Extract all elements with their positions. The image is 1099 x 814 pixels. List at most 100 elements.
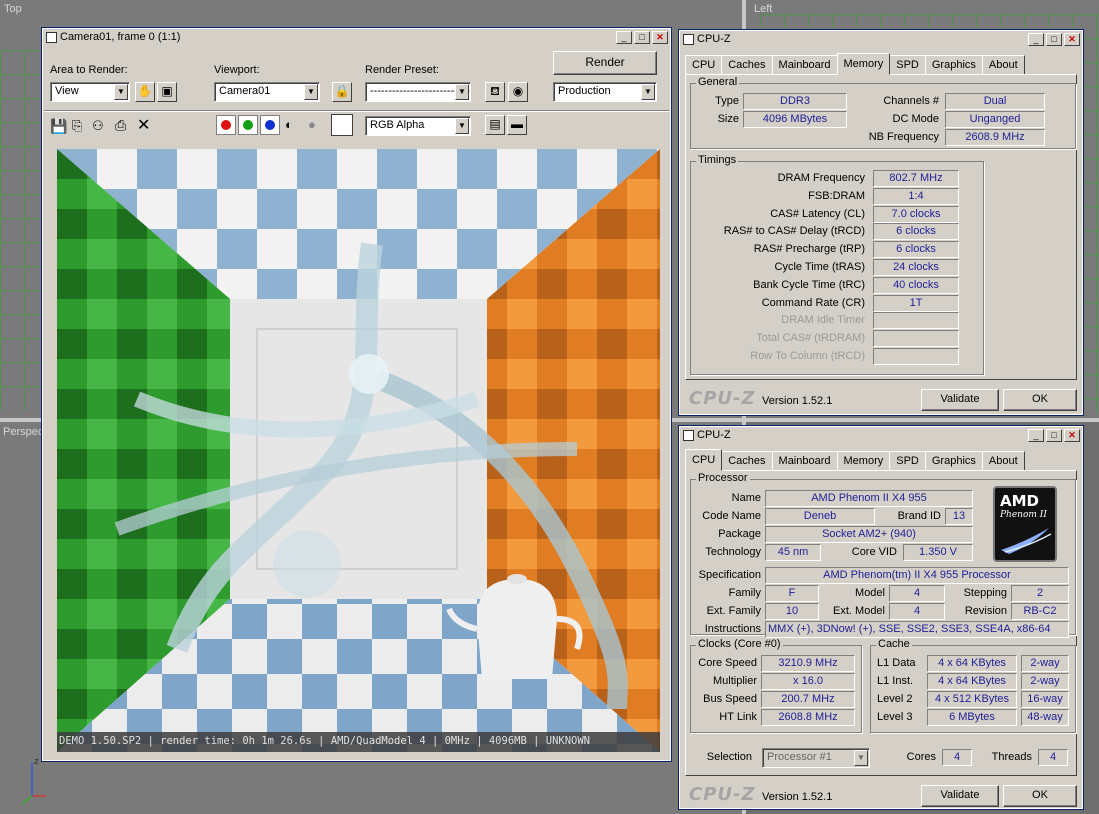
selection-dropdown[interactable]: Processor #1 ▼ xyxy=(762,748,870,768)
extfamily-value: 10 xyxy=(765,603,819,620)
blue-channel-icon xyxy=(265,120,275,130)
print-icon[interactable]: ⎙ xyxy=(115,117,126,134)
render-preset-dropdown[interactable]: ---------------------------- ▼ xyxy=(365,82,471,102)
brandid-value: 13 xyxy=(945,508,973,525)
nbfreq-value: 2608.9 MHz xyxy=(945,129,1045,146)
tab-cpu[interactable]: CPU xyxy=(685,449,723,471)
cache-size-value: 4 x 64 KBytes xyxy=(927,673,1017,690)
clear-icon[interactable]: ✕ xyxy=(137,115,150,135)
tab-memory[interactable]: Memory xyxy=(836,53,891,75)
phenom-swoosh-icon xyxy=(1001,528,1052,554)
lock-icon[interactable]: 🔒 xyxy=(332,82,352,102)
tab-spd[interactable]: SPD xyxy=(889,55,926,75)
cpuz-cpu-window: CPU-Z _ □ ✕ CPU Caches Mainboard Memory … xyxy=(678,425,1084,810)
render-window-title: Camera01, frame 0 (1:1) xyxy=(60,31,181,43)
tab-graphics[interactable]: Graphics xyxy=(924,55,983,75)
close-button[interactable]: ✕ xyxy=(1064,33,1080,46)
save-icon[interactable]: 💾 xyxy=(50,118,67,135)
color-swatch[interactable] xyxy=(331,114,353,136)
tab-graphics[interactable]: Graphics xyxy=(924,451,983,471)
alpha-channel-icon[interactable]: ◐ xyxy=(285,117,293,132)
render-preset-label: Render Preset: xyxy=(365,64,439,76)
timing-value: 6 clocks xyxy=(873,241,959,259)
timing-label: FSB:DRAM xyxy=(808,189,865,202)
minimize-button[interactable]: _ xyxy=(616,31,632,44)
area-to-render-dropdown[interactable]: View ▼ xyxy=(50,82,130,102)
maximize-button[interactable]: □ xyxy=(1046,33,1062,46)
viewport-label-perspective[interactable]: Perspec xyxy=(3,426,43,438)
render-image: DEMO 1.50.SP2 | render time: 0h 1m 26.6s… xyxy=(57,149,660,752)
ok-button[interactable]: OK xyxy=(1003,785,1077,807)
busspeed-value: 200.7 MHz xyxy=(761,691,855,708)
copy-icon[interactable]: ⎘ xyxy=(72,118,82,134)
htlink-value: 2608.8 MHz xyxy=(761,709,855,726)
extmodel-value: 4 xyxy=(889,603,945,620)
cpuz-version: Version 1.52.1 xyxy=(762,395,833,407)
minimize-button[interactable]: _ xyxy=(1028,429,1044,442)
edit-region-button[interactable]: ✋ xyxy=(135,82,155,102)
tab-caches[interactable]: Caches xyxy=(721,55,773,75)
tab-spd[interactable]: SPD xyxy=(889,451,926,471)
close-button[interactable]: ✕ xyxy=(1064,429,1080,442)
validate-button[interactable]: Validate xyxy=(921,389,999,411)
size-label: Size xyxy=(717,113,739,125)
tab-about[interactable]: About xyxy=(981,55,1025,75)
name-value: AMD Phenom II X4 955 xyxy=(765,490,973,507)
tab-mainboard[interactable]: Mainboard xyxy=(771,451,838,471)
viewport-dropdown[interactable]: Camera01 ▼ xyxy=(214,82,320,102)
multiplier-label: Multiplier xyxy=(712,675,757,687)
cpuz-cpu-titlebar[interactable]: CPU-Z _ □ ✕ xyxy=(679,426,1083,446)
tab-about[interactable]: About xyxy=(981,451,1025,471)
timing-label: RAS# Precharge (tRP) xyxy=(753,243,865,256)
render-setup-icon[interactable]: ⛾ xyxy=(485,82,505,102)
timings-group-title: Timings xyxy=(696,154,739,166)
mono-channel-icon[interactable]: ● xyxy=(308,117,316,132)
render-button[interactable]: Render xyxy=(553,51,657,75)
cpuz-version: Version 1.52.1 xyxy=(762,791,833,803)
channels-value: Dual xyxy=(945,93,1045,110)
tab-mainboard[interactable]: Mainboard xyxy=(771,55,838,75)
maximize-button[interactable]: □ xyxy=(634,31,650,44)
red-channel-toggle[interactable] xyxy=(216,115,236,135)
tab-caches[interactable]: Caches xyxy=(721,451,773,471)
blue-channel-toggle[interactable] xyxy=(260,115,280,135)
green-channel-toggle[interactable] xyxy=(238,115,258,135)
channel-display-dropdown[interactable]: RGB Alpha ▼ xyxy=(365,116,471,136)
extfamily-label: Ext. Family xyxy=(706,605,761,617)
cpuz-logo: CPU-Z xyxy=(689,784,756,805)
toggle-ui-icon[interactable]: ▬ xyxy=(507,115,527,135)
cache-size-value: 6 MBytes xyxy=(927,709,1017,726)
threads-value: 4 xyxy=(1038,749,1068,766)
threads-label: Threads xyxy=(991,751,1032,763)
chevron-down-icon: ▼ xyxy=(455,118,469,134)
app-icon xyxy=(46,32,57,43)
tab-cpu[interactable]: CPU xyxy=(685,55,723,75)
extmodel-label: Ext. Model xyxy=(833,605,885,617)
tab-memory[interactable]: Memory xyxy=(836,451,891,471)
timing-label: Row To Column (tRCD) xyxy=(750,350,865,362)
viewport-value: Camera01 xyxy=(219,85,271,97)
close-button[interactable]: ✕ xyxy=(652,31,668,44)
ok-button[interactable]: OK xyxy=(1003,389,1077,411)
render-window-titlebar[interactable]: Camera01, frame 0 (1:1) _ □ ✕ xyxy=(42,28,671,48)
clone-icon[interactable]: ⚇ xyxy=(92,118,104,134)
busspeed-label: Bus Speed xyxy=(703,693,757,705)
environment-icon[interactable]: ◉ xyxy=(508,82,528,102)
maximize-button[interactable]: □ xyxy=(1046,429,1062,442)
validate-button[interactable]: Validate xyxy=(921,785,999,807)
production-dropdown[interactable]: Production ▼ xyxy=(553,82,657,102)
stepping-value: 2 xyxy=(1011,585,1069,602)
minimize-button[interactable]: _ xyxy=(1028,33,1044,46)
codename-value: Deneb xyxy=(765,508,875,525)
cache-way-value: 2-way xyxy=(1021,655,1069,672)
toggle-ui-overlay-icon[interactable]: ▤ xyxy=(485,115,505,135)
corevid-value: 1.350 V xyxy=(903,544,973,561)
timing-label: DRAM Frequency xyxy=(777,172,865,184)
viewport-label-top[interactable]: Top xyxy=(4,3,22,15)
auto-region-button[interactable]: ▣ xyxy=(157,82,177,102)
nbfreq-label: NB Frequency xyxy=(868,131,939,143)
viewport-label-left[interactable]: Left xyxy=(754,3,772,15)
timings-group: Timings DRAM Frequency 802.7 MHz FSB:DRAM 1… xyxy=(690,154,984,375)
brandid-label: Brand ID xyxy=(897,510,941,522)
cpuz-memory-titlebar[interactable]: CPU-Z _ □ ✕ xyxy=(679,30,1083,50)
